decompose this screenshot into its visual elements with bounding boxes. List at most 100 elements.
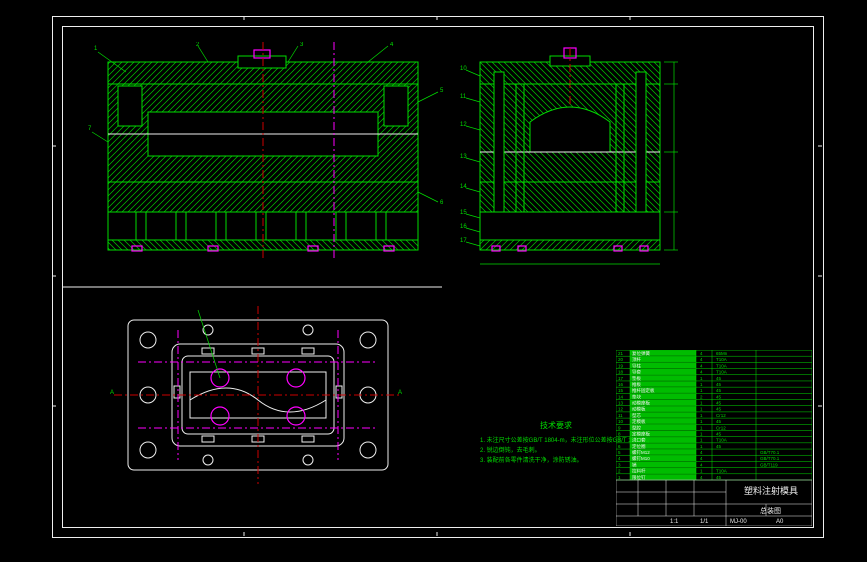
callout: 17 (460, 238, 467, 244)
parts-list-cell: T10A (716, 469, 727, 474)
callout: 11 (460, 94, 467, 100)
parts-list-cell: 12 (618, 407, 624, 412)
parts-list-cell: 18 (618, 370, 624, 375)
callout: 12 (460, 122, 467, 128)
parts-list-cell: 15 (618, 388, 624, 393)
callout: 3 (300, 42, 304, 48)
parts-list-cell: 45 (716, 388, 722, 393)
parts-list-cell: 4 (700, 475, 703, 480)
callout: 5 (440, 88, 444, 94)
parts-list-cell: 顶杆 (632, 356, 641, 363)
parts-list-cell: 16 (618, 382, 624, 387)
scale: 1:1 (670, 519, 679, 525)
callout: 16 (460, 224, 467, 230)
front-section-view: 1 2 3 4 5 6 7 (88, 42, 448, 262)
parts-list-cell: 导套 (632, 369, 641, 376)
dwg-no: MJ-00 (730, 519, 747, 525)
side-section-view: 10 11 12 13 14 15 16 17 (460, 42, 690, 272)
tech-req-line: 3. 装配前各零件清洗干净，涂防锈油。 (480, 456, 583, 464)
parts-list-cell: 1 (700, 469, 703, 474)
callout: 6 (440, 200, 444, 206)
parts-list-cell: T10A (716, 438, 727, 443)
drawing-title: 塑料注射模具 (744, 485, 798, 496)
parts-list-cell: 1 (700, 438, 703, 443)
parts-list-cell: 1 (700, 388, 703, 393)
title-block: 21复位弹簧465Mn20顶杆4T10A19导柱4T10A18导套4T10A17… (616, 350, 812, 526)
parts-list-cell: 6 (618, 444, 621, 449)
callout: 15 (460, 210, 467, 216)
parts-list-cell: 1 (700, 431, 703, 436)
callout: 2 (196, 42, 200, 48)
parts-list-cell: T10A (716, 370, 727, 375)
parts-list-cell: 2 (618, 469, 621, 474)
parts-list-cell: 19 (618, 363, 624, 368)
sheet-format: A0 (776, 519, 784, 525)
callout: 10 (460, 66, 467, 72)
parts-list-cell: 8 (618, 431, 621, 436)
callout: 13 (460, 154, 467, 160)
cad-canvas[interactable]: 1 2 3 4 5 6 7 (0, 0, 867, 562)
parts-list-cell: 1 (700, 376, 703, 381)
parts-list-cell: 10 (618, 419, 624, 424)
parts-list-cell: 45 (716, 394, 722, 399)
parts-list-cell: T10A (716, 363, 727, 368)
parts-list-cell: 1 (700, 407, 703, 412)
parts-list-cell: 17 (618, 376, 624, 381)
parts-list-cell: 1 (700, 419, 703, 424)
parts-list-cell: 1 (700, 401, 703, 406)
parts-list-cell: 13 (618, 401, 624, 406)
parts-list-cell: 4 (700, 462, 703, 467)
parts-list-cell: GB/T70.1 (760, 450, 780, 455)
parts-list-cell: 3 (618, 462, 621, 467)
section-mark: A (110, 390, 114, 396)
parts-list-cell: 20 (618, 357, 624, 362)
top-view: A A (108, 300, 408, 490)
parts-list-cell: 65Mn (716, 351, 728, 356)
parts-list-cell: 21 (618, 351, 624, 356)
parts-list-cell: 45 (716, 444, 722, 449)
main-title-block: 塑料注射模具 总装图 MJ-00 A0 1:1 1/1 (616, 480, 812, 526)
parts-list-cell: 45 (716, 431, 722, 436)
parts-list-cell: 1 (700, 425, 703, 430)
parts-list-cell: 45 (716, 376, 722, 381)
parts-list-cell: 45 (716, 382, 722, 387)
parts-list-cell: 14 (618, 394, 624, 399)
parts-list-cell: 45 (716, 475, 722, 480)
parts-list-cell: 4 (700, 363, 703, 368)
tech-req-heading: 技术要求 (540, 420, 572, 430)
section-mark: A (398, 390, 402, 396)
parts-list-cell: 5 (618, 450, 621, 455)
parts-list-cell: 2 (700, 394, 703, 399)
parts-list-cell: 45 (716, 407, 722, 412)
parts-list-cell: GB/T70.1 (760, 456, 780, 461)
parts-list-cell: 45 (716, 401, 722, 406)
sheet: 1/1 (700, 519, 709, 525)
parts-list-cell: T10A (716, 357, 727, 362)
drawing-subtitle: 总装图 (760, 506, 781, 515)
parts-list-cell: Cr12 (716, 425, 726, 430)
fold-line (62, 286, 442, 288)
parts-list-cell: 9 (618, 425, 621, 430)
parts-list-cell: 4 (618, 456, 621, 461)
parts-list: 21复位弹簧465Mn20顶杆4T10A19导柱4T10A18导套4T10A17… (616, 350, 812, 481)
parts-list-cell: 4 (700, 351, 703, 356)
parts-list-cell: 45 (716, 419, 722, 424)
parts-list-cell: 4 (700, 450, 703, 455)
parts-list-cell: 型芯 (632, 412, 641, 418)
callout: 7 (88, 126, 92, 132)
parts-list-cell: GB/T119 (760, 462, 778, 467)
parts-list-cell: 1 (700, 382, 703, 387)
parts-list-cell: 4 (700, 357, 703, 362)
callout: 14 (460, 184, 467, 190)
parts-list-cell: 7 (618, 438, 621, 443)
parts-list-cell: 1 (618, 475, 621, 480)
parts-list-cell: Cr12 (716, 413, 726, 418)
parts-list-cell: 4 (700, 370, 703, 375)
parts-list-cell: 4 (700, 456, 703, 461)
parts-list-cell: 1 (700, 444, 703, 449)
callout: 1 (94, 46, 98, 52)
parts-list-cell: 1 (700, 413, 703, 418)
tech-req-line: 2. 锐边倒钝，去毛刺。 (480, 446, 541, 454)
callout: 4 (390, 42, 394, 48)
parts-list-cell: 11 (618, 413, 623, 418)
